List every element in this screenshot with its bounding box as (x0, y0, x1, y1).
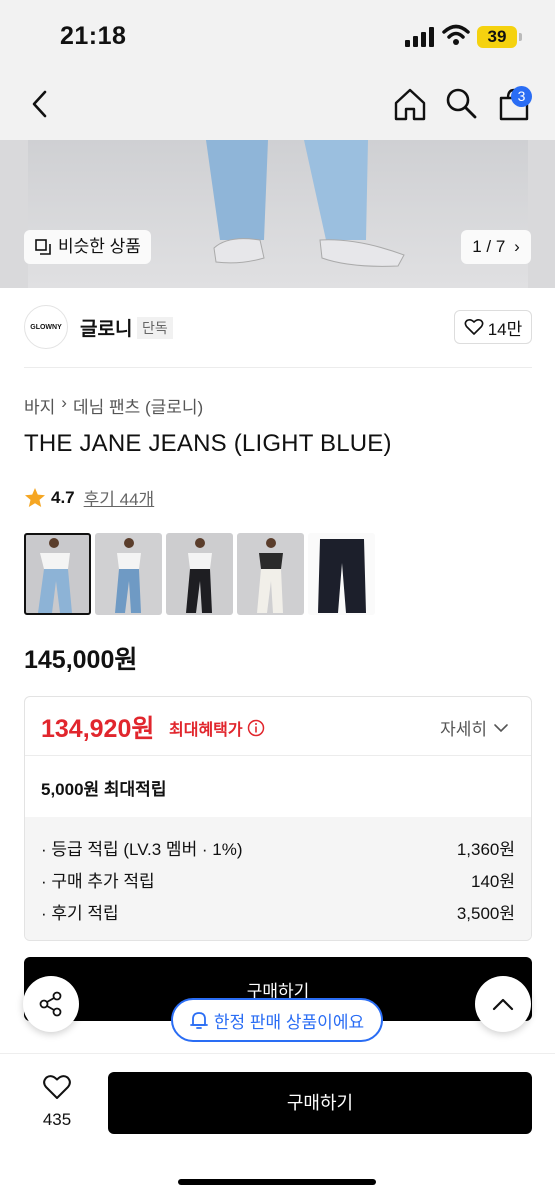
cart-count-badge: 3 (511, 86, 532, 107)
exclusive-tag: 단독 (137, 317, 173, 339)
search-icon[interactable] (444, 86, 478, 120)
signal-icon (405, 27, 434, 47)
status-time: 21:18 (60, 22, 127, 50)
image-pager-text: 1 / 7 (472, 237, 506, 256)
breadcrumb-separator-icon: › (61, 393, 67, 412)
buy-button[interactable]: 구매하기 (108, 1072, 532, 1134)
points-row: · 등급 적립 (LV.3 멤버 · 1%) 1,360원 (41, 835, 515, 860)
points-row-value: 1,360원 (456, 840, 515, 859)
heart-icon (464, 318, 484, 335)
thumbnail[interactable] (308, 533, 375, 615)
rating-row: 4.7 후기 44개 (24, 485, 154, 510)
wishlist-count: 435 (42, 1110, 72, 1129)
battery-indicator: 39 (477, 26, 522, 48)
detail-toggle[interactable]: 자세히 (440, 715, 509, 740)
points-breakdown: · 등급 적립 (LV.3 멤버 · 1%) 1,360원 · 구매 추가 적립… (25, 817, 531, 940)
similar-products-label: 비슷한 상품 (58, 237, 141, 256)
original-price: 145,000원 (24, 646, 138, 674)
heart-icon (43, 1075, 71, 1099)
star-icon (25, 487, 45, 507)
thumbnail[interactable] (166, 533, 233, 615)
info-icon (247, 719, 264, 737)
share-button[interactable] (23, 976, 79, 1032)
reviews-link[interactable]: 후기 44개 (84, 485, 155, 510)
chevron-right-icon: › (514, 237, 520, 256)
back-icon[interactable] (26, 86, 54, 122)
wifi-icon (442, 24, 470, 45)
breadcrumb-item[interactable]: 바지 (24, 393, 55, 418)
points-row: · 구매 추가 적립 140원 (41, 867, 515, 892)
max-benefit-label[interactable]: 최대혜택가 (169, 716, 265, 740)
benefit-box: 134,920원 최대혜택가 자세히 5,000원 최대적립 · 등급 적립 (… (24, 696, 532, 941)
thumbnail[interactable] (237, 533, 304, 615)
divider (24, 367, 532, 368)
home-indicator (178, 1179, 376, 1185)
product-photo (28, 140, 528, 288)
scroll-top-button[interactable] (475, 976, 531, 1032)
thumbnail[interactable] (24, 533, 91, 615)
chevron-down-icon (494, 723, 508, 732)
brand-logo-text: GLOWNY (30, 324, 62, 331)
brand-name[interactable]: 글로니 (80, 314, 132, 341)
points-row-label: · 구매 추가 적립 (41, 872, 155, 891)
top-bar: 21:18 39 3 (0, 0, 555, 140)
divider (25, 755, 531, 756)
image-pager[interactable]: 1 / 7 › (461, 230, 531, 264)
home-icon[interactable] (392, 86, 428, 122)
points-row-value: 140원 (470, 872, 515, 891)
points-row: · 후기 적립 3,500원 (41, 899, 515, 924)
rating-score: 4.7 (51, 487, 75, 507)
wishlist-button[interactable]: 435 (34, 1074, 80, 1130)
max-points: 5,000원 최대적립 (41, 780, 167, 799)
points-row-value: 3,500원 (456, 904, 515, 923)
breadcrumb: 바지 › 데님 팬츠 (글로니) (24, 393, 203, 418)
limited-sale-text: 한정 판매 상품이에요 (213, 1012, 365, 1032)
brand-logo[interactable]: GLOWNY (24, 305, 68, 349)
chevron-up-icon (492, 998, 514, 1011)
brand-like-count: 14만 (487, 319, 523, 339)
limited-sale-badge: 한정 판매 상품이에요 (171, 998, 383, 1042)
product-image-carousel[interactable] (0, 140, 555, 288)
breadcrumb-item[interactable]: 데님 팬츠 (글로니) (73, 393, 203, 418)
detail-label: 자세히 (440, 720, 487, 739)
thumbnail-strip (24, 533, 375, 615)
points-row-label: · 후기 적립 (41, 904, 119, 923)
share-icon (39, 991, 62, 1017)
max-benefit-price: 134,920원 (41, 715, 155, 743)
thumbnail[interactable] (95, 533, 162, 615)
max-benefit-text: 최대혜택가 (169, 722, 243, 739)
bell-icon (189, 1012, 208, 1029)
brand-like-button[interactable]: 14만 (454, 310, 532, 344)
product-title: THE JANE JEANS (LIGHT BLUE) (24, 430, 392, 457)
similar-icon (35, 239, 51, 255)
similar-products-button[interactable]: 비슷한 상품 (24, 230, 151, 264)
points-row-label: · 등급 적립 (LV.3 멤버 · 1%) (41, 840, 243, 859)
